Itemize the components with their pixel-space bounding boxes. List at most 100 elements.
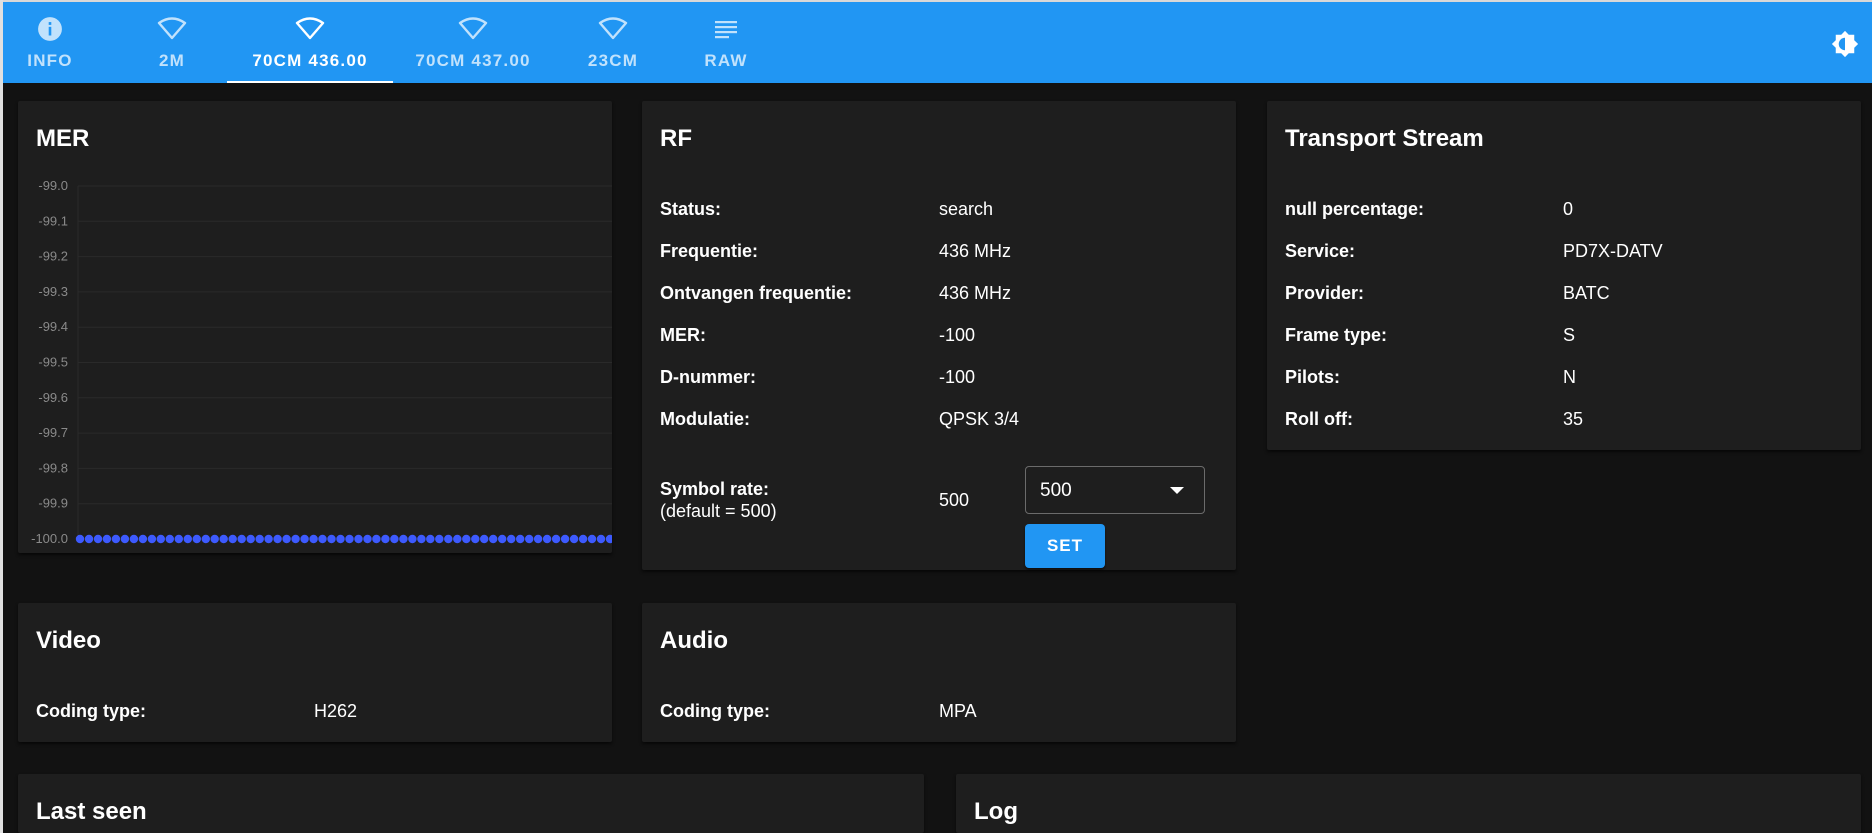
mer-data-point	[183, 534, 192, 544]
mer-data-point	[246, 534, 255, 544]
mer-data-point	[516, 534, 525, 544]
mer-data-point	[228, 534, 237, 544]
tab-70cm-437[interactable]: 70CM 437.00	[406, 2, 540, 83]
mer-data-point	[578, 534, 588, 544]
info-icon	[37, 16, 63, 42]
mer-data-point	[399, 534, 408, 544]
tab-label: RAW	[704, 51, 748, 70]
mer-data-point	[84, 534, 94, 544]
video-card: Video Coding type: H262	[18, 603, 612, 742]
symbol-rate-value: 500	[939, 490, 970, 510]
mer-data-point	[102, 534, 112, 544]
audio-card: Audio Coding type: MPA	[642, 603, 1236, 742]
d-number-value: -100	[939, 367, 976, 387]
mer-data-point	[525, 534, 534, 544]
frame-type-label: Frame type:	[1285, 325, 1388, 345]
provider-value: BATC	[1563, 283, 1610, 303]
mer-data-point	[605, 534, 612, 544]
y-tick-label: -99.2	[38, 249, 68, 264]
symbol-rate-default-note: (default = 500)	[660, 501, 777, 521]
null-percentage-value: 0	[1563, 199, 1574, 219]
frame-type-value: S	[1563, 325, 1576, 345]
mer-data-point	[417, 534, 426, 544]
mer-data-point	[336, 534, 345, 544]
tab-raw[interactable]: RAW	[693, 2, 759, 83]
list-icon	[714, 16, 738, 42]
top-app-bar: INFO 2M 70CM 436.00 70CM 437.00 23CM RAW	[3, 2, 1872, 83]
mer-data-point	[75, 534, 85, 544]
tab-label: INFO	[27, 51, 73, 70]
video-coding-type-value: H262	[314, 701, 358, 721]
mer-data-point	[498, 534, 507, 544]
set-symbol-rate-button[interactable]: SET	[1025, 524, 1105, 568]
card-title: Video	[36, 627, 101, 654]
mer-data-point	[480, 534, 489, 544]
mer-data-point	[551, 534, 561, 544]
log-card: Log	[956, 774, 1861, 833]
tab-info[interactable]: INFO	[3, 2, 97, 83]
mer-data-point	[273, 534, 282, 544]
tab-70cm-436[interactable]: 70CM 436.00	[227, 2, 393, 83]
mer-data-point	[255, 534, 264, 544]
tab-23cm[interactable]: 23CM	[573, 2, 653, 83]
card-title: Last seen	[36, 798, 147, 825]
received-frequency-label: Ontvangen frequentie:	[660, 283, 853, 303]
tab-2m[interactable]: 2M	[140, 2, 204, 83]
modulation-value: QPSK 3/4	[939, 409, 1020, 429]
card-title: Log	[974, 798, 1018, 825]
mer-data-point	[156, 534, 165, 544]
service-label: Service:	[1285, 241, 1356, 261]
y-tick-label: -99.7	[38, 425, 68, 440]
roll-off-label: Roll off:	[1285, 409, 1353, 429]
window-left-border	[0, 0, 3, 833]
wifi-icon	[295, 16, 325, 42]
symbol-rate-label: Symbol rate:	[660, 479, 770, 499]
mer-data-point	[210, 534, 219, 544]
mer-data-point	[138, 534, 148, 544]
modulation-label: Modulatie:	[660, 409, 750, 429]
mer-data-point	[219, 534, 228, 544]
tab-label: 2M	[158, 51, 186, 70]
mer-data-point	[174, 534, 183, 544]
rf-card: RF Status: search Frequentie: 436 MHz On…	[642, 101, 1236, 570]
mer-label: MER:	[660, 325, 706, 345]
mer-data-point	[435, 534, 444, 544]
pilots-value: N	[1563, 367, 1576, 387]
mer-data-point	[327, 534, 336, 544]
video-coding-type-label: Coding type:	[36, 701, 146, 721]
brightness-icon[interactable]	[1830, 29, 1860, 59]
mer-value: -100	[939, 325, 976, 345]
symbol-rate-select[interactable]: 500	[1025, 466, 1205, 514]
mer-data-point	[111, 534, 121, 544]
mer-data-point	[471, 534, 480, 544]
mer-data-point	[426, 534, 435, 544]
audio-coding-type-value: MPA	[939, 701, 977, 721]
mer-data-point	[560, 534, 570, 544]
provider-label: Provider:	[1285, 283, 1365, 303]
mer-data-point	[381, 534, 390, 544]
mer-data-point	[408, 534, 417, 544]
mer-data-point	[309, 534, 318, 544]
roll-off-value: 35	[1563, 409, 1584, 429]
mer-data-point	[372, 534, 381, 544]
y-tick-label: -100.0	[31, 531, 68, 546]
null-percentage-label: null percentage:	[1285, 199, 1425, 219]
y-tick-label: -99.9	[38, 496, 68, 511]
mer-data-point	[192, 534, 201, 544]
mer-chart: -99.0 -99.1 -99.2 -99.3 -99.4 -99.5 -99.6 -99.7…	[31, 178, 612, 546]
wifi-icon	[157, 16, 187, 42]
wifi-icon	[598, 16, 628, 42]
card-title: Transport Stream	[1285, 125, 1484, 152]
mer-data-point	[93, 534, 103, 544]
mer-data-point	[462, 534, 471, 544]
mer-data-point	[201, 534, 210, 544]
mer-data-point	[129, 534, 139, 544]
audio-coding-type-label: Coding type:	[660, 701, 770, 721]
mer-data-point	[507, 534, 516, 544]
last-seen-card: Last seen	[18, 774, 924, 833]
mer-data-point	[264, 534, 273, 544]
symbol-rate-selected-value: 500	[1040, 480, 1072, 501]
received-frequency-value: 436 MHz	[939, 283, 1012, 303]
tab-label: 23CM	[587, 51, 639, 70]
pilots-label: Pilots:	[1285, 367, 1341, 387]
